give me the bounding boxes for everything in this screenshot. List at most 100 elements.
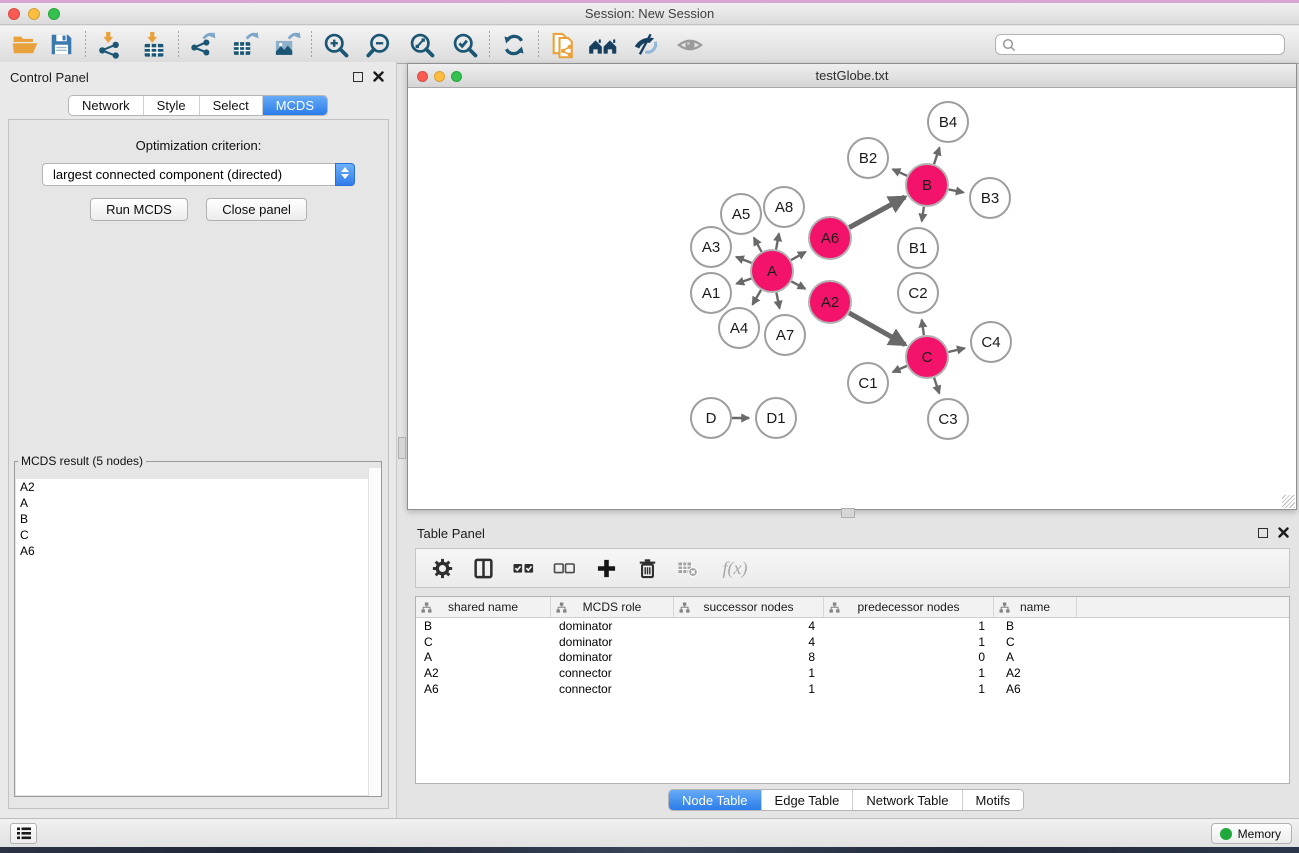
graph-edge-B-B2[interactable] bbox=[893, 169, 907, 176]
column-visibility-button[interactable] bbox=[470, 555, 496, 581]
tab-network[interactable]: Network bbox=[69, 96, 143, 115]
network-graph[interactable]: B4B2BB3A8A5A6A3B1AA1C2A2A4A7C4CC1C3DD1 bbox=[408, 89, 1296, 509]
column-header-shared-name[interactable]: shared name bbox=[416, 597, 551, 617]
graph-edge-A-A6[interactable] bbox=[791, 252, 806, 260]
criterion-dropdown[interactable]: largest connected component (directed) bbox=[42, 163, 355, 186]
tab-mcds[interactable]: MCDS bbox=[262, 96, 327, 115]
add-column-button[interactable] bbox=[593, 555, 619, 581]
graph-edge-B-B3[interactable] bbox=[949, 189, 964, 192]
graph-node-B3[interactable]: B3 bbox=[970, 178, 1010, 218]
result-item[interactable]: B bbox=[16, 511, 380, 527]
graph-edge-C-C4[interactable] bbox=[948, 348, 964, 352]
table-settings-button[interactable] bbox=[429, 555, 455, 581]
graph-edge-A-A5[interactable] bbox=[754, 238, 762, 252]
graph-node-A7[interactable]: A7 bbox=[765, 315, 805, 355]
apply-layout-button[interactable] bbox=[588, 30, 618, 60]
graph-edge-B-B4[interactable] bbox=[934, 148, 940, 165]
vizmapper-button[interactable] bbox=[630, 30, 660, 60]
graph-node-B4[interactable]: B4 bbox=[928, 102, 968, 142]
duplicate-network-button[interactable] bbox=[548, 30, 578, 60]
float-panel-icon[interactable] bbox=[353, 72, 363, 82]
graph-node-D[interactable]: D bbox=[691, 398, 731, 438]
tab-style[interactable]: Style bbox=[143, 96, 199, 115]
graph-edge-A-A4[interactable] bbox=[753, 290, 762, 305]
graph-node-A6[interactable]: A6 bbox=[809, 217, 851, 259]
graph-node-D1[interactable]: D1 bbox=[756, 398, 796, 438]
float-table-panel-icon[interactable] bbox=[1258, 528, 1268, 538]
graph-node-A3[interactable]: A3 bbox=[691, 227, 731, 267]
graph-edge-A-A3[interactable] bbox=[736, 257, 751, 263]
tab-select[interactable]: Select bbox=[199, 96, 262, 115]
save-session-button[interactable] bbox=[46, 30, 76, 60]
zoom-in-button[interactable] bbox=[321, 30, 351, 60]
result-item[interactable]: A bbox=[16, 495, 380, 511]
graph-node-B2[interactable]: B2 bbox=[848, 138, 888, 178]
table-row[interactable]: Bdominator41B bbox=[416, 618, 1289, 634]
result-item[interactable]: A6 bbox=[16, 543, 380, 559]
close-network-window-button[interactable] bbox=[417, 71, 428, 82]
close-window-button[interactable] bbox=[8, 8, 20, 20]
table-row[interactable]: A6connector11A6 bbox=[416, 681, 1289, 697]
column-header-mcds-role[interactable]: MCDS role bbox=[551, 597, 674, 617]
result-item[interactable]: A2 bbox=[16, 479, 380, 495]
zoom-selected-button[interactable] bbox=[450, 30, 480, 60]
graph-edge-B-B1[interactable] bbox=[922, 207, 924, 222]
graph-node-A8[interactable]: A8 bbox=[764, 187, 804, 227]
splitter-grip-bottom[interactable] bbox=[841, 508, 855, 518]
graph-node-A5[interactable]: A5 bbox=[721, 194, 761, 234]
graph-edge-A-A1[interactable] bbox=[736, 279, 751, 284]
network-canvas[interactable]: B4B2BB3A8A5A6A3B1AA1C2A2A4A7C4CC1C3DD1 bbox=[408, 89, 1296, 509]
close-panel-icon[interactable] bbox=[373, 71, 384, 82]
export-network-button[interactable] bbox=[188, 30, 218, 60]
import-network-button[interactable] bbox=[95, 30, 125, 60]
graph-node-A[interactable]: A bbox=[751, 250, 793, 292]
open-file-button[interactable] bbox=[10, 30, 40, 60]
tab-node-table[interactable]: Node Table bbox=[669, 790, 761, 810]
graph-edge-C-C1[interactable] bbox=[893, 366, 907, 372]
graph-node-C1[interactable]: C1 bbox=[848, 363, 888, 403]
tab-motifs[interactable]: Motifs bbox=[962, 790, 1024, 810]
delete-column-button[interactable] bbox=[634, 555, 660, 581]
tab-network-table[interactable]: Network Table bbox=[852, 790, 961, 810]
column-header-name[interactable]: name bbox=[994, 597, 1077, 617]
zoom-out-button[interactable] bbox=[364, 30, 394, 60]
minimize-window-button[interactable] bbox=[28, 8, 40, 20]
deselect-all-button[interactable] bbox=[552, 555, 578, 581]
graph-node-C4[interactable]: C4 bbox=[971, 322, 1011, 362]
hide-panels-button[interactable] bbox=[675, 30, 705, 60]
graph-edge-A2-C[interactable] bbox=[849, 313, 905, 345]
graph-edge-A-A7[interactable] bbox=[776, 293, 779, 309]
column-header-predecessor-nodes[interactable]: predecessor nodes bbox=[824, 597, 994, 617]
graph-node-B[interactable]: B bbox=[906, 164, 948, 206]
network-window-titlebar[interactable]: testGlobe.txt bbox=[408, 64, 1296, 88]
graph-node-A2[interactable]: A2 bbox=[809, 281, 851, 323]
minimize-network-window-button[interactable] bbox=[434, 71, 445, 82]
run-mcds-button[interactable]: Run MCDS bbox=[90, 198, 188, 221]
table-row[interactable]: Cdominator41C bbox=[416, 634, 1289, 650]
column-header-successor-nodes[interactable]: successor nodes bbox=[674, 597, 824, 617]
close-panel-button[interactable]: Close panel bbox=[206, 198, 307, 221]
close-table-panel-icon[interactable] bbox=[1278, 527, 1289, 538]
graph-edge-C-C2[interactable] bbox=[922, 320, 924, 336]
task-history-button[interactable] bbox=[10, 823, 37, 844]
memory-button[interactable]: Memory bbox=[1211, 823, 1292, 844]
refresh-view-button[interactable] bbox=[499, 30, 529, 60]
select-all-button[interactable] bbox=[511, 555, 537, 581]
search-input[interactable] bbox=[995, 34, 1285, 55]
delete-table-button[interactable] bbox=[675, 555, 701, 581]
graph-edge-A6-B[interactable] bbox=[849, 197, 905, 228]
graph-node-C[interactable]: C bbox=[906, 336, 948, 378]
splitter-grip-left[interactable] bbox=[398, 437, 406, 459]
zoom-window-button[interactable] bbox=[48, 8, 60, 20]
tab-edge-table[interactable]: Edge Table bbox=[761, 790, 853, 810]
graph-node-B1[interactable]: B1 bbox=[898, 228, 938, 268]
zoom-network-window-button[interactable] bbox=[451, 71, 462, 82]
table-row[interactable]: Adominator80A bbox=[416, 650, 1289, 666]
result-item[interactable]: C bbox=[16, 527, 380, 543]
result-scrollbar[interactable] bbox=[368, 468, 381, 796]
export-image-button[interactable] bbox=[272, 30, 302, 60]
import-table-button[interactable] bbox=[139, 30, 169, 60]
graph-edge-A-A8[interactable] bbox=[776, 234, 779, 250]
export-table-button[interactable] bbox=[230, 30, 260, 60]
window-resize-grip[interactable] bbox=[1282, 495, 1295, 508]
